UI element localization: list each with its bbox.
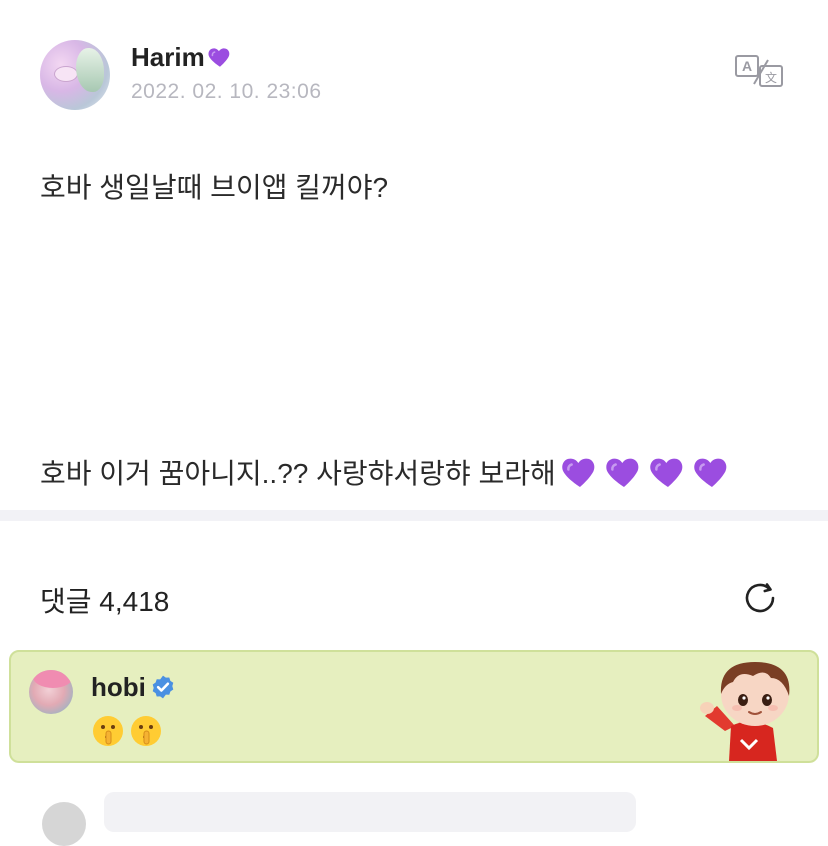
commenter-name-text: hobi xyxy=(91,672,146,702)
svg-text:文: 文 xyxy=(765,70,777,85)
post-text-line-2: 호바 이거 꿈아니지..?? 사랑햐서랑햐 보라해 xyxy=(40,452,732,492)
shushing-face-icon xyxy=(131,716,161,746)
author-name[interactable]: Harim xyxy=(131,42,233,73)
next-comment-row[interactable] xyxy=(0,788,828,846)
purple-heart-icon xyxy=(694,458,727,487)
svg-text:A: A xyxy=(742,58,752,74)
author-avatar[interactable] xyxy=(40,40,110,110)
purple-heart-icon xyxy=(208,48,230,67)
verified-badge-icon xyxy=(152,675,174,699)
purple-heart-icon xyxy=(606,458,639,487)
shushing-face-icon xyxy=(93,716,123,746)
translate-icon: A 文 xyxy=(735,55,783,87)
refresh-icon xyxy=(745,583,775,613)
purple-heart-icon xyxy=(562,458,595,487)
artist-comment-card[interactable]: hobi xyxy=(9,650,819,763)
post-text-line-2-text: 호바 이거 꿈아니지..?? 사랑햐서랑햐 보라해 xyxy=(40,458,556,489)
character-sticker-image xyxy=(700,662,790,761)
next-comment-bubble[interactable] xyxy=(104,792,636,832)
commenter-avatar[interactable] xyxy=(29,670,73,714)
comment-emojis xyxy=(91,714,163,748)
purple-heart-icon xyxy=(650,458,683,487)
next-commenter-avatar[interactable] xyxy=(42,802,86,846)
commenter-name[interactable]: hobi xyxy=(91,672,176,703)
section-divider xyxy=(0,510,828,521)
post-timestamp: 2022. 02. 10. 23:06 xyxy=(131,80,322,103)
author-name-text: Harim xyxy=(131,42,205,72)
post-header: Harim 2022. 02. 10. 23:06 A 文 xyxy=(40,40,790,112)
comments-count-label: 댓글 4,418 xyxy=(40,586,170,617)
post-text-line-1: 호바 생일날때 브이앱 킬꺼야? xyxy=(40,172,389,203)
refresh-button[interactable] xyxy=(740,578,780,618)
translate-button[interactable]: A 文 xyxy=(734,54,786,90)
